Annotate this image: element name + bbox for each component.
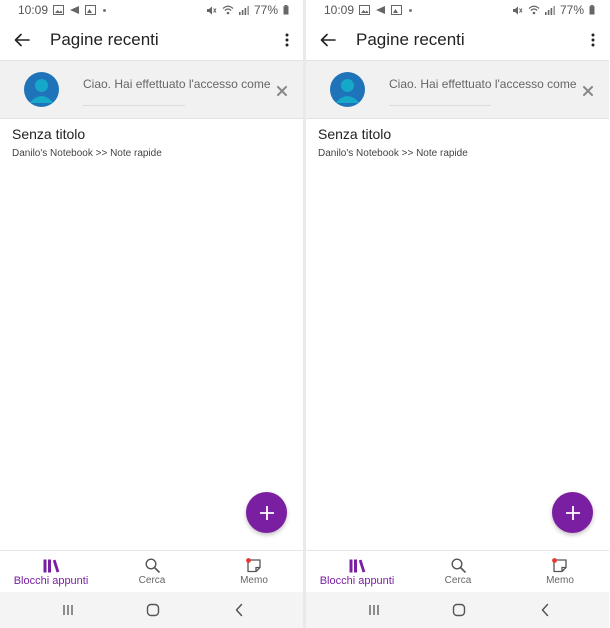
- battery-icon: [589, 5, 595, 15]
- more-vertical-icon: [591, 33, 595, 47]
- account-placeholder-line: [83, 105, 185, 106]
- nav-label-notebooks: Blocchi appunti: [13, 575, 89, 587]
- send-icon: [69, 5, 80, 15]
- wifi-icon: [222, 5, 234, 15]
- plus-icon: [565, 505, 580, 520]
- nav-item-notebooks[interactable]: Blocchi appunti: [314, 551, 400, 593]
- home-icon: [452, 603, 466, 617]
- status-bar: 10:09 77%: [0, 0, 303, 20]
- home-icon: [146, 603, 160, 617]
- page-title: Pagine recenti: [50, 30, 159, 49]
- bottom-navigation: Blocchi appunti Cerca Memo: [0, 550, 303, 592]
- dismiss-banner-button[interactable]: [274, 83, 290, 99]
- nav-label-memo: Memo: [240, 575, 268, 586]
- arrow-left-icon: [320, 33, 336, 47]
- status-bar: 10:09 77%: [306, 0, 609, 20]
- sticky-note-icon: [552, 558, 567, 573]
- send-icon: [375, 5, 386, 15]
- sign-in-banner: Ciao. Hai effettuato l'accesso come: [0, 60, 303, 119]
- recent-apps-icon: [63, 605, 73, 615]
- nav-item-memo[interactable]: Memo: [538, 551, 582, 593]
- phone-screen-left: 10:09 77% Pagine recenti Ciao. Hai effet…: [0, 0, 303, 628]
- system-back-button[interactable]: [535, 600, 555, 620]
- app-bar: Pagine recenti: [0, 20, 303, 60]
- home-button[interactable]: [449, 600, 469, 620]
- more-vertical-icon: [285, 33, 289, 47]
- close-icon: [583, 86, 593, 96]
- image-icon: [391, 5, 403, 15]
- system-navigation-bar: [0, 592, 303, 628]
- nav-label-notebooks: Blocchi appunti: [319, 575, 395, 587]
- notebooks-icon: [349, 559, 365, 573]
- notification-dot-icon: [103, 8, 107, 12]
- more-options-button[interactable]: [274, 20, 300, 60]
- mute-icon: [206, 5, 217, 16]
- nav-item-search[interactable]: Cerca: [128, 551, 176, 593]
- battery-level: 77%: [253, 3, 278, 17]
- sticky-note-icon: [246, 558, 261, 573]
- gallery-icon: [359, 5, 371, 15]
- page-item-title: Senza titolo: [318, 126, 392, 142]
- system-back-button[interactable]: [229, 600, 249, 620]
- recent-apps-button[interactable]: [364, 600, 384, 620]
- recent-apps-button[interactable]: [58, 600, 78, 620]
- plus-icon: [259, 505, 274, 520]
- status-time: 10:09: [324, 3, 355, 17]
- chevron-left-icon: [541, 603, 549, 617]
- nav-item-search[interactable]: Cerca: [434, 551, 482, 593]
- avatar: [24, 72, 59, 107]
- app-bar: Pagine recenti: [306, 20, 609, 60]
- search-icon: [144, 558, 160, 573]
- recent-page-item[interactable]: Senza titolo Danilo's Notebook >> Note r…: [0, 120, 303, 166]
- dismiss-banner-button[interactable]: [580, 83, 596, 99]
- mute-icon: [512, 5, 523, 16]
- more-options-button[interactable]: [580, 20, 606, 60]
- banner-message: Ciao. Hai effettuato l'accesso come: [83, 77, 271, 91]
- nav-label-memo: Memo: [546, 575, 574, 586]
- system-navigation-bar: [306, 592, 609, 628]
- notification-dot-icon: [409, 8, 413, 12]
- image-icon: [85, 5, 97, 15]
- add-page-button[interactable]: [246, 492, 287, 533]
- page-item-path: Danilo's Notebook >> Note rapide: [318, 148, 468, 159]
- search-icon: [450, 558, 466, 573]
- phone-screen-right: 10:09 77% Pagine recenti Ciao. Hai effet…: [306, 0, 609, 628]
- signal-icon: [544, 5, 555, 15]
- close-icon: [277, 86, 287, 96]
- battery-level: 77%: [559, 3, 584, 17]
- bottom-navigation: Blocchi appunti Cerca Memo: [306, 550, 609, 592]
- back-button[interactable]: [2, 20, 42, 60]
- arrow-left-icon: [14, 33, 30, 47]
- sign-in-banner: Ciao. Hai effettuato l'accesso come: [306, 60, 609, 119]
- screenshot-comparison: 10:09 77% Pagine recenti Ciao. Hai effet…: [0, 0, 610, 628]
- status-time: 10:09: [18, 3, 49, 17]
- account-placeholder-line: [389, 105, 491, 106]
- back-button[interactable]: [308, 20, 348, 60]
- banner-message: Ciao. Hai effettuato l'accesso come: [389, 77, 577, 91]
- gallery-icon: [53, 5, 65, 15]
- notebooks-icon: [43, 559, 59, 573]
- recent-apps-icon: [369, 605, 379, 615]
- user-icon: [29, 79, 54, 103]
- recent-page-item[interactable]: Senza titolo Danilo's Notebook >> Note r…: [306, 120, 609, 166]
- page-item-title: Senza titolo: [12, 126, 86, 142]
- avatar: [330, 72, 365, 107]
- wifi-icon: [528, 5, 540, 15]
- home-button[interactable]: [143, 600, 163, 620]
- battery-icon: [283, 5, 289, 15]
- user-icon: [335, 79, 360, 103]
- signal-icon: [238, 5, 249, 15]
- chevron-left-icon: [235, 603, 243, 617]
- nav-label-search: Cerca: [444, 575, 472, 586]
- page-title: Pagine recenti: [356, 30, 465, 49]
- page-item-path: Danilo's Notebook >> Note rapide: [12, 148, 162, 159]
- add-page-button[interactable]: [552, 492, 593, 533]
- nav-item-memo[interactable]: Memo: [232, 551, 276, 593]
- nav-item-notebooks[interactable]: Blocchi appunti: [8, 551, 94, 593]
- nav-label-search: Cerca: [138, 575, 166, 586]
